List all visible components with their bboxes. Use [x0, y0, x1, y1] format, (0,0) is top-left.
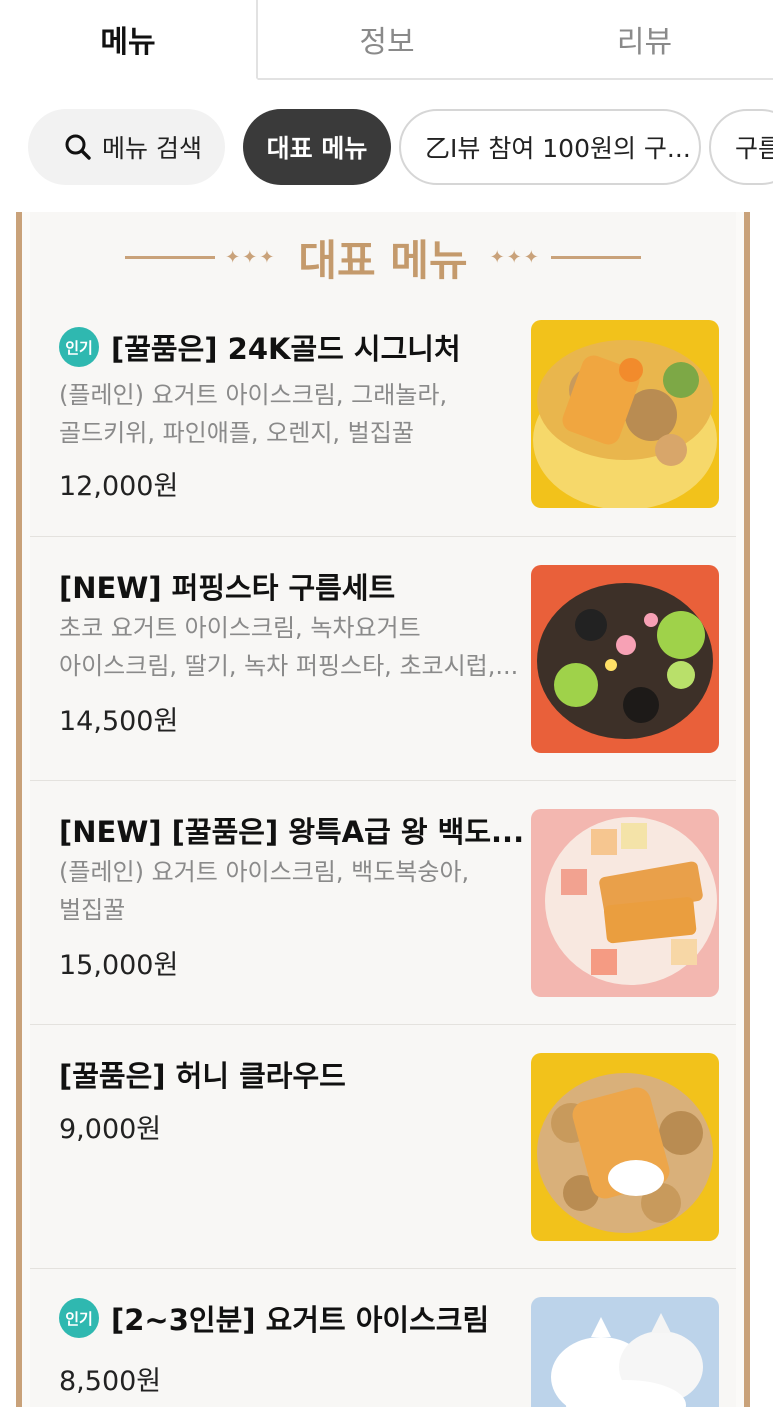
peach-honeycomb-image — [531, 809, 719, 997]
menu-list: ✦✦✦ 대표 메뉴 ✦✦✦ 인기 [꿀품은] 24K골드 시그니처 (플레인) … — [30, 212, 736, 1407]
menu-item-name: [꿀품은] 허니 클라우드 — [59, 1059, 346, 1093]
menu-item-photo[interactable] — [531, 1297, 719, 1407]
tab-menu-label: 메뉴 — [100, 25, 156, 60]
puffing-star-image — [531, 565, 719, 753]
menu-item-description: 초코 요거트 아이스크림, 녹차요거트 아이스크림, 딸기, 녹차 퍼핑스타, … — [59, 609, 521, 685]
popular-badge: 인기 — [59, 1298, 99, 1338]
yogurt-gold-image — [531, 320, 719, 508]
menu-item-price: 12,000원 — [59, 471, 179, 502]
menu-item-name: [꿀품은] 24K골드 시그니처 — [111, 332, 461, 366]
description-line: 초코 요거트 아이스크림, 녹차요거트 — [59, 614, 421, 642]
yogurt-ice-cream-image — [531, 1297, 719, 1407]
menu-item-name: [2~3인분] 요거트 아이스크림 — [111, 1303, 490, 1337]
sparkle-icon-right: ✦✦✦ — [489, 246, 541, 268]
menu-item[interactable]: 인기 [꿀품은] 24K골드 시그니처 (플레인) 요거트 아이스크림, 그래놀… — [30, 296, 736, 536]
menu-search-button[interactable]: 메뉴 검색 — [28, 109, 225, 185]
menu-item[interactable]: [꿀품은] 허니 클라우드 9,000원 — [30, 1024, 736, 1268]
menu-item-photo[interactable] — [531, 809, 719, 997]
chip-representative-menu[interactable]: 대표 메뉴 — [243, 109, 391, 185]
description-line: (플레인) 요거트 아이스크림, 그래놀라, — [59, 381, 448, 409]
chip-cloud[interactable]: 구름 — [709, 109, 773, 185]
menu-item-title: 인기 [꿀품은] 24K골드 시그니처 — [59, 326, 461, 368]
tab-info-label: 정보 — [359, 25, 415, 60]
divider-line-left — [125, 255, 216, 259]
category-chips: 메뉴 검색 대표 메뉴 乙I뷰 참여 100원의 구... 구름 — [28, 108, 773, 186]
section-header: ✦✦✦ 대표 메뉴 ✦✦✦ — [30, 226, 736, 288]
description-line: 아이스크림, 딸기, 녹차 퍼핑스타, 초코시럽,... — [59, 652, 519, 680]
menu-item[interactable]: [NEW] 퍼핑스타 구름세트 초코 요거트 아이스크림, 녹차요거트 아이스크… — [30, 536, 736, 780]
tab-reviews-label: 리뷰 — [616, 25, 673, 60]
sparkle-icon-left: ✦✦✦ — [225, 246, 277, 268]
menu-search-label: 메뉴 검색 — [102, 134, 202, 163]
tab-info[interactable]: 정보 — [258, 0, 516, 80]
menu-item-title: [꿀품은] 허니 클라우드 — [59, 1053, 346, 1095]
description-line: 벌집꿀 — [59, 896, 126, 924]
chip-review-event-label: 乙I뷰 참여 100원의 구... — [425, 134, 691, 163]
divider-line-right — [550, 255, 641, 259]
menu-item-description: (플레인) 요거트 아이스크림, 그래놀라, 골드키위, 파인애플, 오렌지, … — [59, 376, 521, 452]
section-title: 대표 메뉴 — [298, 235, 468, 285]
chip-representative-label: 대표 메뉴 — [266, 134, 368, 163]
menu-item-name: [NEW] 퍼핑스타 구름세트 — [59, 571, 396, 605]
tab-bar: 메뉴 정보 리뷰 — [0, 0, 773, 80]
chip-review-event[interactable]: 乙I뷰 참여 100원의 구... — [399, 109, 701, 185]
menu-item-photo[interactable] — [531, 1053, 719, 1241]
menu-item-price: 15,000원 — [59, 950, 179, 981]
popular-badge: 인기 — [59, 327, 99, 367]
menu-item-title: 인기 [2~3인분] 요거트 아이스크림 — [59, 1297, 489, 1339]
menu-item[interactable]: [NEW] [꿀품은] 왕특A급 왕 백도... (플레인) 요거트 아이스크림… — [30, 780, 736, 1024]
menu-item-price: 14,500원 — [59, 706, 179, 737]
search-icon — [65, 134, 91, 160]
honey-cloud-image — [531, 1053, 719, 1241]
menu-item-description: (플레인) 요거트 아이스크림, 백도복숭아, 벌집꿀 — [59, 853, 521, 929]
menu-item-price: 8,500원 — [59, 1366, 162, 1397]
tab-reviews[interactable]: 리뷰 — [516, 0, 773, 80]
menu-item-title: [NEW] [꿀품은] 왕특A급 왕 백도... — [59, 809, 524, 851]
menu-panel: ✦✦✦ 대표 메뉴 ✦✦✦ 인기 [꿀품은] 24K골드 시그니처 (플레인) … — [16, 212, 750, 1407]
menu-item-photo[interactable] — [531, 320, 719, 508]
menu-item-name: [NEW] [꿀품은] 왕특A급 왕 백도... — [59, 815, 525, 849]
chip-cloud-label: 구름 — [735, 134, 773, 163]
menu-item-title: [NEW] 퍼핑스타 구름세트 — [59, 565, 395, 607]
menu-item[interactable]: 인기 [2~3인분] 요거트 아이스크림 8,500원 — [30, 1268, 736, 1407]
description-line: 골드키위, 파인애플, 오렌지, 벌집꿀 — [59, 419, 414, 447]
description-line: (플레인) 요거트 아이스크림, 백도복숭아, — [59, 858, 470, 886]
tab-menu[interactable]: 메뉴 — [0, 0, 258, 80]
menu-item-photo[interactable] — [531, 565, 719, 753]
menu-item-price: 9,000원 — [59, 1114, 162, 1145]
